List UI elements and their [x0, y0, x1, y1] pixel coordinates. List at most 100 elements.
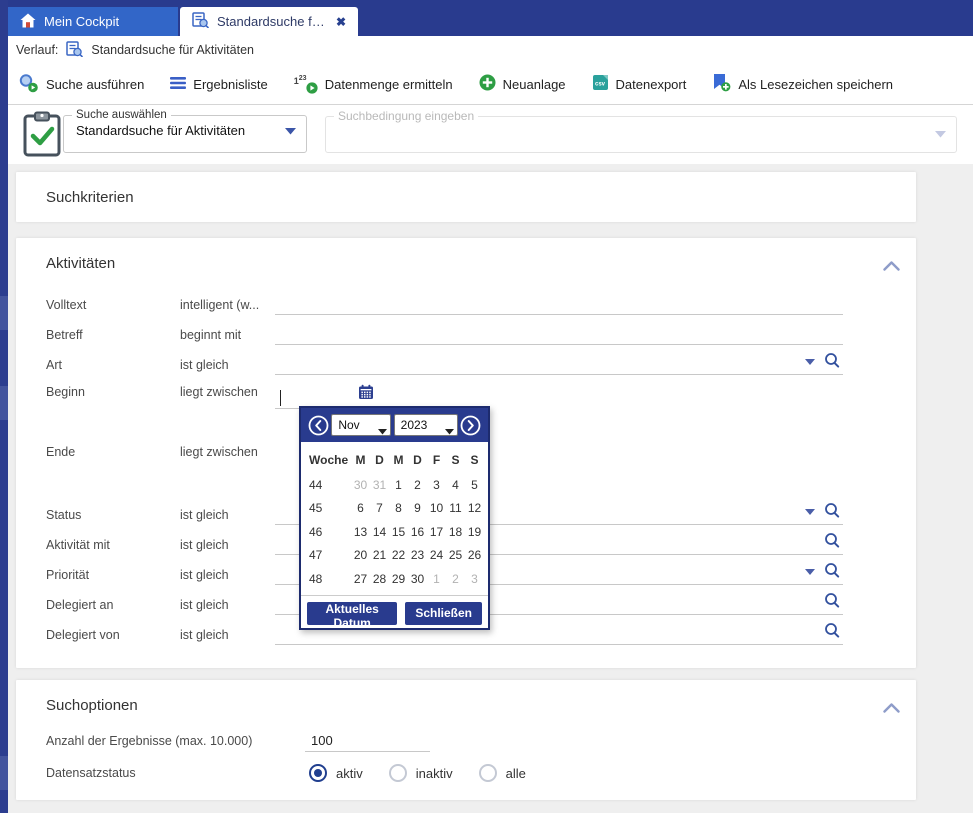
- calendar-day[interactable]: 3: [427, 478, 446, 492]
- year-select[interactable]: 2023: [394, 414, 458, 436]
- field-row-art: Artist gleich: [16, 350, 916, 380]
- calendar-day[interactable]: 2: [446, 572, 465, 586]
- tab-standardsuche[interactable]: Standardsuche für A... ✖: [180, 7, 358, 36]
- radio-aktiv[interactable]: aktiv: [309, 764, 363, 782]
- calendar-grid: WocheMDMDFSS4430311234545678910111246131…: [301, 442, 488, 591]
- calendar-day[interactable]: 14: [370, 525, 389, 539]
- calendar-day[interactable]: 31: [370, 478, 389, 492]
- results-count-input[interactable]: [305, 730, 430, 752]
- calendar-day[interactable]: 16: [408, 525, 427, 539]
- calendar-day[interactable]: 28: [370, 572, 389, 586]
- calendar-day[interactable]: 25: [446, 548, 465, 562]
- lookup-search-icon[interactable]: [824, 502, 841, 524]
- search-select-label: Suche auswählen: [72, 109, 171, 121]
- calendar-day[interactable]: 11: [446, 501, 465, 515]
- calendar-day[interactable]: 4: [446, 478, 465, 492]
- field-label: Ende: [16, 445, 180, 459]
- lookup-search-icon[interactable]: [824, 622, 841, 644]
- calendar-day[interactable]: 12: [465, 501, 484, 515]
- caret-down-icon[interactable]: [805, 502, 815, 520]
- calendar-day[interactable]: 2: [408, 478, 427, 492]
- calendar-day[interactable]: 1: [389, 478, 408, 492]
- calendar-day[interactable]: 27: [351, 572, 370, 586]
- calendar-day[interactable]: 8: [389, 501, 408, 515]
- field-label: Art: [16, 358, 180, 372]
- lookup-search-icon[interactable]: [824, 592, 841, 614]
- calendar-day[interactable]: 29: [389, 572, 408, 586]
- collapse-chevron-up-icon[interactable]: [883, 258, 900, 276]
- radio-dot[interactable]: [479, 764, 497, 782]
- calendar-day[interactable]: 7: [370, 501, 389, 515]
- calendar-day[interactable]: 19: [465, 525, 484, 539]
- new-record-button[interactable]: Neuanlage: [479, 74, 566, 94]
- calendar-day[interactable]: 5: [465, 478, 484, 492]
- radio-dot[interactable]: [309, 764, 327, 782]
- previous-month-icon[interactable]: [308, 415, 329, 436]
- close-button[interactable]: Schließen: [405, 602, 482, 625]
- search-condition-label: Suchbedingung eingeben: [334, 109, 478, 123]
- close-tab-icon[interactable]: ✖: [336, 15, 346, 29]
- field-operator[interactable]: ist gleich: [180, 598, 275, 612]
- lookup-search-icon[interactable]: [824, 562, 841, 584]
- calendar-day[interactable]: 23: [408, 548, 427, 562]
- field-operator[interactable]: ist gleich: [180, 358, 275, 372]
- field-operator[interactable]: ist gleich: [180, 568, 275, 582]
- month-select[interactable]: Nov: [331, 414, 391, 436]
- field-operator[interactable]: ist gleich: [180, 508, 275, 522]
- field-operator[interactable]: ist gleich: [180, 538, 275, 552]
- field-text-input[interactable]: [275, 323, 843, 345]
- tab-mein-cockpit[interactable]: Mein Cockpit: [8, 7, 178, 36]
- calendar-day[interactable]: 1: [427, 572, 446, 586]
- calendar-day[interactable]: 13: [351, 525, 370, 539]
- radio-alle[interactable]: alle: [479, 764, 526, 782]
- calendar-day[interactable]: 24: [427, 548, 446, 562]
- calendar-day[interactable]: 6: [351, 501, 370, 515]
- calendar-icon[interactable]: [358, 384, 374, 405]
- field-operator[interactable]: intelligent (w...: [180, 298, 275, 312]
- radio-inaktiv[interactable]: inaktiv: [389, 764, 453, 782]
- field-text-input[interactable]: [275, 293, 843, 315]
- calendar-day[interactable]: 20: [351, 548, 370, 562]
- lookup-search-icon[interactable]: [824, 352, 841, 374]
- history-value[interactable]: Standardsuche für Aktivitäten: [91, 43, 254, 57]
- calendar-day[interactable]: 9: [408, 501, 427, 515]
- calendar-day[interactable]: 3: [465, 572, 484, 586]
- calendar-day[interactable]: 18: [446, 525, 465, 539]
- search-select-field[interactable]: Suche auswählen Standardsuche für Aktivi…: [63, 109, 307, 153]
- field-operator[interactable]: ist gleich: [180, 628, 275, 642]
- toolbar-label: Als Lesezeichen speichern: [738, 77, 893, 92]
- week-number: 44: [307, 478, 351, 492]
- section-title-suchkriterien: Suchkriterien: [46, 189, 134, 206]
- count-records-button[interactable]: 123 Datenmenge ermitteln: [294, 75, 453, 94]
- radio-label: aktiv: [336, 766, 363, 781]
- calendar-day[interactable]: 15: [389, 525, 408, 539]
- lookup-search-icon[interactable]: [824, 532, 841, 554]
- field-label: Aktivität mit: [16, 538, 180, 552]
- current-date-button[interactable]: Aktuelles Datum: [307, 602, 397, 625]
- field-operator[interactable]: beginnt mit: [180, 328, 275, 342]
- calendar-day[interactable]: 17: [427, 525, 446, 539]
- calendar-day[interactable]: 26: [465, 548, 484, 562]
- run-search-button[interactable]: Suche ausführen: [18, 73, 144, 96]
- caret-down-icon[interactable]: [805, 562, 815, 580]
- next-month-icon[interactable]: [460, 415, 481, 436]
- field-operator[interactable]: liegt zwischen: [180, 385, 275, 399]
- save-bookmark-button[interactable]: Als Lesezeichen speichern: [712, 73, 893, 95]
- radio-dot[interactable]: [389, 764, 407, 782]
- calendar-day[interactable]: 21: [370, 548, 389, 562]
- chevron-down-icon[interactable]: [285, 123, 296, 138]
- caret-down-icon[interactable]: [805, 352, 815, 370]
- field-operator[interactable]: liegt zwischen: [180, 445, 275, 459]
- result-list-button[interactable]: Ergebnisliste: [170, 76, 267, 93]
- collapse-chevron-up-icon[interactable]: [883, 700, 900, 718]
- calendar-day[interactable]: 10: [427, 501, 446, 515]
- search-condition-field[interactable]: Suchbedingung eingeben: [325, 109, 957, 153]
- week-number: 46: [307, 525, 351, 539]
- calendar-day[interactable]: 22: [389, 548, 408, 562]
- calendar-day[interactable]: 30: [408, 572, 427, 586]
- data-export-button[interactable]: csv Datenexport: [592, 74, 687, 94]
- field-text-input[interactable]: [275, 353, 843, 375]
- left-edge-bar[interactable]: [0, 0, 8, 813]
- calendar-day[interactable]: 30: [351, 478, 370, 492]
- left-bar-segment: [0, 756, 8, 790]
